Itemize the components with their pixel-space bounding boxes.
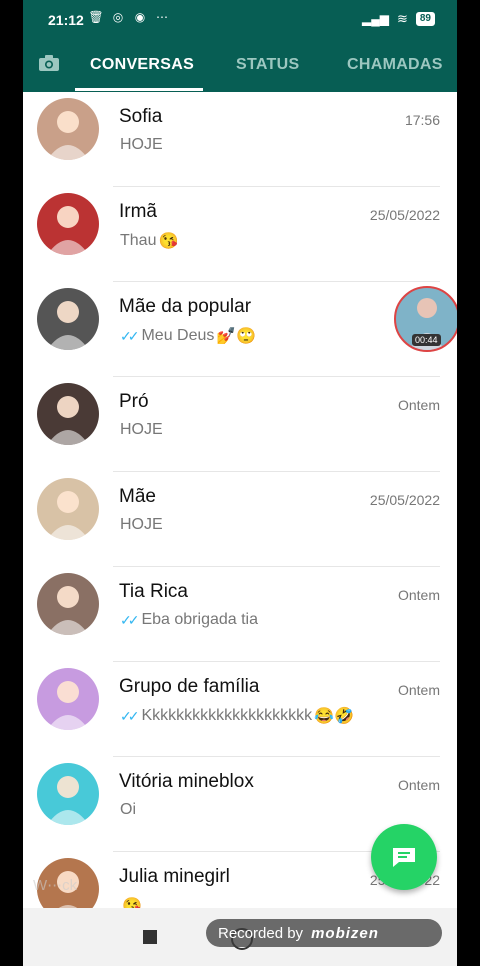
chat-row[interactable]: Sofia 17:56 HOJE [23,92,457,187]
message-icon [393,848,415,867]
avatar[interactable] [37,193,99,255]
chat-preview: HOJE [120,516,165,534]
chat-preview: HOJE [120,136,165,154]
tab-chamadas[interactable]: CHAMADAS [347,56,443,74]
avatar[interactable] [37,573,99,635]
chat-date: Ontem [397,587,440,603]
battery-indicator: 89 [415,12,435,26]
read-ticks-icon: ✓✓ [120,327,140,344]
avatar-image [37,383,99,445]
chat-date: 25/05/2022 [369,492,440,508]
chat-name: Tia Rica [119,581,188,602]
chat-emoji: 😘 [158,233,179,250]
avatar-image [37,98,99,160]
chat-date: Ontem [397,397,440,413]
chat-preview: HOJE [120,421,165,439]
chat-message: Meu Deus [141,327,215,344]
chat-message: HOJE [120,421,163,438]
chat-row[interactable]: Tia Rica Ontem ✓✓ Eba obrigada tia [23,567,457,662]
tab-indicator [75,88,203,91]
chat-preview: Oi [120,801,138,819]
chat-name: Grupo de família [119,676,260,697]
camera-icon[interactable] [38,54,60,72]
chat-row[interactable]: Mãe 25/05/2022 HOJE [23,472,457,567]
signal-icon: ▂▄▆ [362,12,389,26]
chat-preview: ✓✓ Eba obrigada tia [120,611,260,629]
chat-row[interactable]: Grupo de família Ontem ✓✓ Kkkkkkkkkkkkkk… [23,662,457,757]
recents-button[interactable] [143,930,157,944]
chat-list: Sofia 17:56 HOJE Irmã 25/05/2022 Thau 😘 [23,92,457,947]
chat-date: 25/05/2022 [369,207,440,223]
recorder-watermark: Recorded by mobizen [206,919,442,947]
read-ticks-icon: ✓✓ [120,707,140,724]
chat-message: Oi [120,801,136,818]
chat-emoji: 💅🙄 [216,328,257,345]
wifi-icon: ≋ [396,11,408,26]
avatar[interactable] [37,763,99,825]
chat-message: HOJE [120,136,163,153]
chat-name: Sofia [119,106,163,127]
read-ticks-icon: ✓✓ [120,611,140,628]
chat-name: Mãe [119,486,156,507]
status-system-icons: ▂▄▆ ≋ 89 [362,11,435,27]
chat-message: Kkkkkkkkkkkkkkkkkkkkk [141,707,313,724]
chat-row[interactable]: Mãe da popular ✓✓ Meu Deus 💅🙄 [23,282,457,377]
chat-date: Ontem [397,682,440,698]
new-chat-button[interactable] [371,824,437,890]
chat-preview: ✓✓ Kkkkkkkkkkkkkkkkkkkkk 😂🤣 [120,706,354,726]
status-bar: 21:12 🗑 ◎ ◉ ⋯ ▂▄▆ ≋ 89 [23,0,457,36]
chat-date: 17:56 [404,112,440,128]
recorder-brand: mobizen [311,924,379,942]
chat-emoji: 😂🤣 [314,708,354,725]
bubble-timer: 00:44 [412,334,441,346]
avatar[interactable] [37,288,99,350]
chat-date: Ontem [397,777,440,793]
avatar-image [37,478,99,540]
more-dots-icon: ⋯ [156,10,168,24]
chat-name: Pró [119,391,149,412]
avatar[interactable] [37,98,99,160]
chat-preview: Thau 😘 [120,231,178,251]
chat-message: Thau [120,232,157,249]
avatar-image [37,573,99,635]
avatar-image [37,763,99,825]
chat-message: Eba obrigada tia [141,611,258,628]
chat-name: Vitória mineblox [119,771,254,792]
tab-bar: CONVERSAS STATUS CHAMADAS [23,36,457,92]
whatsapp-icon: ◎ [112,10,124,24]
chat-row[interactable]: Irmã 25/05/2022 Thau 😘 [23,187,457,282]
status-notification-icons: 🗑 ◎ ◉ ⋯ [88,10,169,24]
avatar-image [37,193,99,255]
trash-icon: 🗑 [88,10,104,24]
avatar[interactable] [37,668,99,730]
avatar-image [37,668,99,730]
dock-ghost-text: W⋯ck [33,877,78,894]
tab-status[interactable]: STATUS [236,56,299,74]
recorded-label: Recorded by [218,924,304,942]
video-call-bubble[interactable]: 00:44 [394,286,457,352]
chat-name: Irmã [119,201,157,222]
chat-name: Julia minegirl [119,866,230,887]
status-time: 21:12 [48,12,84,28]
chat-message: HOJE [120,516,163,533]
messenger-icon: ◉ [134,10,146,24]
avatar[interactable] [37,383,99,445]
tab-conversas[interactable]: CONVERSAS [90,56,194,74]
chat-name: Mãe da popular [119,296,252,317]
avatar[interactable] [37,478,99,540]
chat-row[interactable]: Pró Ontem HOJE [23,377,457,472]
avatar-image [37,288,99,350]
chat-preview: ✓✓ Meu Deus 💅🙄 [120,326,256,346]
phone-screen: 21:12 🗑 ◎ ◉ ⋯ ▂▄▆ ≋ 89 CONVERSAS STATUS … [23,0,457,966]
